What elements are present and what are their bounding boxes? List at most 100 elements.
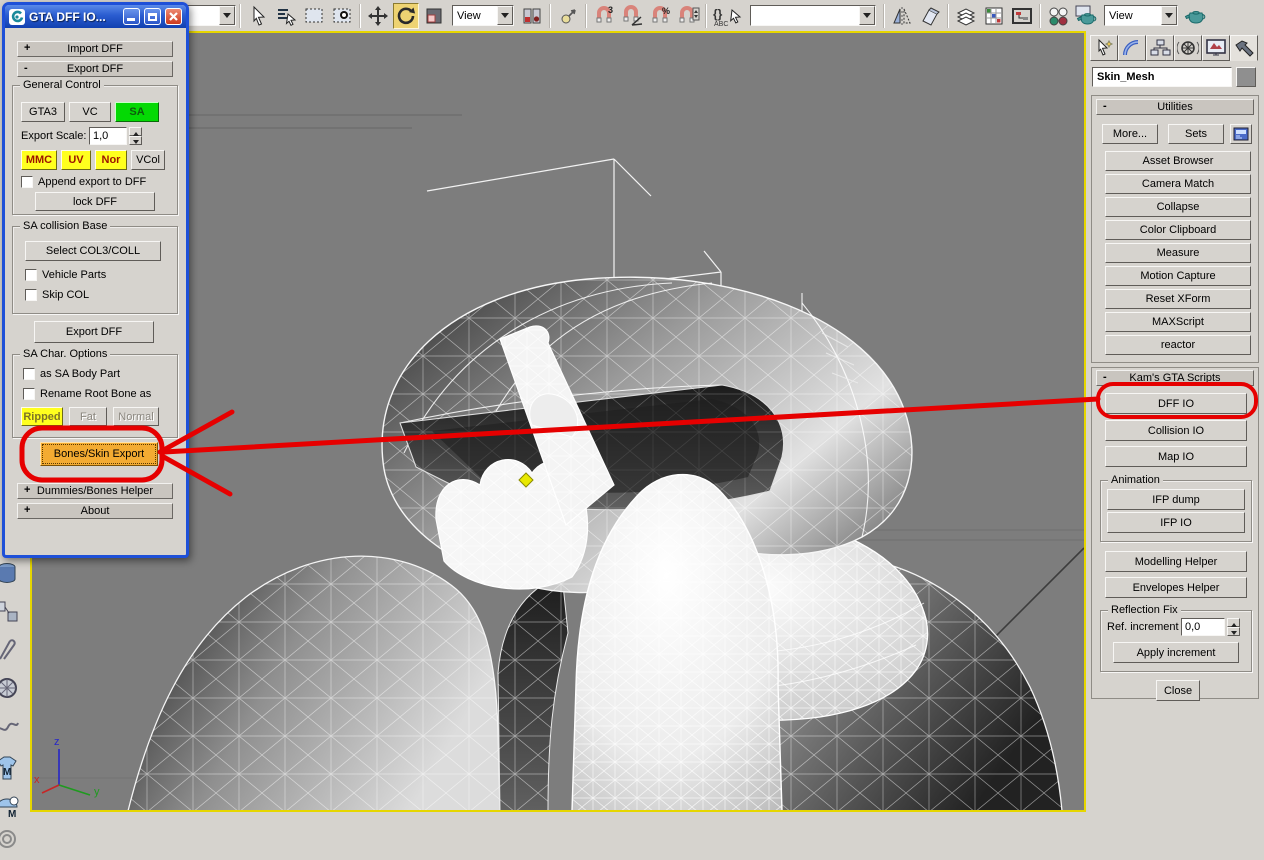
reactor-button[interactable]: reactor bbox=[1105, 335, 1251, 355]
select-and-rotate-icon[interactable] bbox=[393, 2, 419, 29]
collision-io-button[interactable]: Collision IO bbox=[1105, 420, 1247, 441]
maxscript-button[interactable]: MAXScript bbox=[1105, 312, 1251, 332]
export-dff-button[interactable]: Export DFF bbox=[34, 321, 154, 343]
named-selection-dropdown[interactable] bbox=[750, 5, 876, 26]
vcol-flag-button[interactable]: VCol bbox=[131, 150, 165, 170]
select-object-icon[interactable] bbox=[245, 3, 271, 29]
spinner-snap-toggle-icon[interactable] bbox=[675, 3, 701, 29]
append-export-checkbox[interactable]: Append export to DFF bbox=[21, 176, 146, 188]
utilities-config-icon[interactable] bbox=[1230, 124, 1252, 144]
rectangular-selection-region-icon[interactable] bbox=[301, 3, 327, 29]
cap-modifier-icon[interactable]: M bbox=[0, 791, 22, 821]
spiral-modifier-icon[interactable] bbox=[0, 827, 22, 857]
percent-snap-toggle-icon[interactable]: % bbox=[647, 3, 673, 29]
select-and-manipulate-icon[interactable] bbox=[555, 3, 581, 29]
maximize-button[interactable] bbox=[144, 8, 161, 25]
export-scale-field[interactable]: 1,0 bbox=[89, 127, 127, 145]
vehicle-parts-checkbox[interactable]: Vehicle Parts bbox=[25, 269, 106, 281]
sets-button[interactable]: Sets bbox=[1168, 124, 1224, 144]
cylinder-tool-icon[interactable] bbox=[0, 559, 22, 589]
about-rollout[interactable]: + About bbox=[17, 503, 173, 519]
edit-named-selections-icon[interactable]: {} ABC bbox=[711, 3, 745, 29]
reset-xform-button[interactable]: Reset XForm bbox=[1105, 289, 1251, 309]
utilities-rollout-header[interactable]: - Utilities bbox=[1096, 99, 1254, 115]
command-panel: Skin_Mesh - Utilities More... Sets Asset… bbox=[1088, 31, 1264, 815]
snaps-toggle-icon[interactable]: 3 bbox=[591, 3, 617, 29]
skip-col-checkbox[interactable]: Skip COL bbox=[25, 289, 89, 301]
render-view-dropdown[interactable]: View bbox=[1104, 5, 1178, 26]
object-color-swatch[interactable] bbox=[1236, 67, 1256, 87]
sa-char-options-group: SA Char. Options as SA Body Part Rename … bbox=[12, 348, 178, 438]
spring-tool-icon[interactable] bbox=[0, 711, 22, 741]
vc-button[interactable]: VC bbox=[69, 102, 111, 122]
fat-button[interactable]: Fat bbox=[69, 407, 107, 426]
modelling-helper-button[interactable]: Modelling Helper bbox=[1105, 551, 1247, 572]
ref-increment-spinner[interactable] bbox=[1227, 618, 1240, 636]
color-clipboard-button[interactable]: Color Clipboard bbox=[1105, 220, 1251, 240]
minimize-button[interactable] bbox=[123, 8, 140, 25]
wheel-tool-icon[interactable] bbox=[0, 673, 22, 703]
sa-body-part-checkbox[interactable]: as SA Body Part bbox=[23, 368, 120, 380]
modifier-set-dropdown[interactable] bbox=[184, 5, 236, 26]
nor-flag-button[interactable]: Nor bbox=[95, 150, 127, 170]
kams-rollout-header[interactable]: - Kam's GTA Scripts bbox=[1096, 370, 1254, 386]
align-icon[interactable] bbox=[917, 3, 943, 29]
bones-skin-export-button[interactable]: Bones/Skin Export bbox=[40, 442, 158, 466]
use-pivot-point-icon[interactable] bbox=[519, 3, 545, 29]
select-and-scale-icon[interactable] bbox=[421, 3, 447, 29]
pin-tool-icon[interactable] bbox=[0, 635, 22, 665]
select-by-name-icon[interactable] bbox=[273, 3, 299, 29]
cloth-modifier-icon[interactable]: M bbox=[0, 753, 22, 783]
lock-dff-button[interactable]: lock DFF bbox=[35, 192, 155, 211]
camera-match-button[interactable]: Camera Match bbox=[1105, 174, 1251, 194]
collapse-button[interactable]: Collapse bbox=[1105, 197, 1251, 217]
ifp-io-button[interactable]: IFP IO bbox=[1107, 512, 1245, 533]
reference-coordinate-dropdown[interactable]: View bbox=[452, 5, 514, 26]
tab-hierarchy[interactable] bbox=[1146, 35, 1174, 61]
ifp-dump-button[interactable]: IFP dump bbox=[1107, 489, 1245, 510]
tab-motion[interactable] bbox=[1174, 35, 1202, 61]
asset-browser-button[interactable]: Asset Browser bbox=[1105, 151, 1251, 171]
render-setup-icon[interactable] bbox=[1073, 3, 1099, 29]
select-and-move-icon[interactable] bbox=[365, 3, 391, 29]
tab-modify[interactable] bbox=[1118, 35, 1146, 61]
ripped-button[interactable]: Ripped bbox=[21, 407, 63, 426]
tab-display[interactable] bbox=[1202, 35, 1230, 61]
select-col3-button[interactable]: Select COL3/COLL bbox=[25, 241, 161, 261]
import-dff-rollout[interactable]: + Import DFF bbox=[17, 41, 173, 57]
schematic-view-icon[interactable] bbox=[1009, 3, 1035, 29]
dff-io-button[interactable]: DFF IO bbox=[1105, 393, 1247, 414]
angle-snap-toggle-icon[interactable] bbox=[619, 3, 645, 29]
dialog-title-bar[interactable]: GTA DFF IO... bbox=[5, 5, 186, 28]
material-editor-icon[interactable] bbox=[1045, 3, 1071, 29]
close-window-icon[interactable] bbox=[165, 8, 182, 25]
selection-filter-icon[interactable] bbox=[329, 3, 355, 29]
ref-increment-field[interactable]: 0,0 bbox=[1181, 618, 1225, 636]
uv-flag-button[interactable]: UV bbox=[61, 150, 91, 170]
mmc-flag-button[interactable]: MMC bbox=[21, 150, 57, 170]
layer-manager-icon[interactable] bbox=[953, 3, 979, 29]
object-name-field[interactable]: Skin_Mesh bbox=[1092, 67, 1232, 87]
more-button[interactable]: More... bbox=[1102, 124, 1158, 144]
sa-button[interactable]: SA bbox=[115, 102, 159, 122]
tab-utilities[interactable] bbox=[1230, 35, 1258, 61]
export-dff-rollout[interactable]: - Export DFF bbox=[17, 61, 173, 77]
quick-render-icon[interactable] bbox=[1183, 3, 1209, 29]
gta3-button[interactable]: GTA3 bbox=[21, 102, 65, 122]
apply-increment-button[interactable]: Apply increment bbox=[1113, 642, 1239, 663]
measure-button[interactable]: Measure bbox=[1105, 243, 1251, 263]
dummies-bones-rollout[interactable]: + Dummies/Bones Helper bbox=[17, 483, 173, 499]
envelopes-helper-button[interactable]: Envelopes Helper bbox=[1105, 577, 1247, 598]
animation-group: Animation IFP dump IFP IO bbox=[1100, 474, 1252, 542]
linked-boxes-icon[interactable] bbox=[0, 597, 22, 627]
curve-editor-icon[interactable] bbox=[981, 3, 1007, 29]
motion-capture-button[interactable]: Motion Capture bbox=[1105, 266, 1251, 286]
tab-create[interactable] bbox=[1090, 35, 1118, 61]
rename-root-bone-checkbox[interactable]: Rename Root Bone as bbox=[23, 388, 151, 400]
map-io-button[interactable]: Map IO bbox=[1105, 446, 1247, 467]
close-button[interactable]: Close bbox=[1156, 680, 1200, 701]
reflection-fix-group: Reflection Fix Ref. increment 0,0 Apply … bbox=[1100, 604, 1252, 672]
normal-button[interactable]: Normal bbox=[113, 407, 159, 426]
export-scale-spinner[interactable] bbox=[129, 127, 142, 145]
mirror-icon[interactable] bbox=[889, 3, 915, 29]
